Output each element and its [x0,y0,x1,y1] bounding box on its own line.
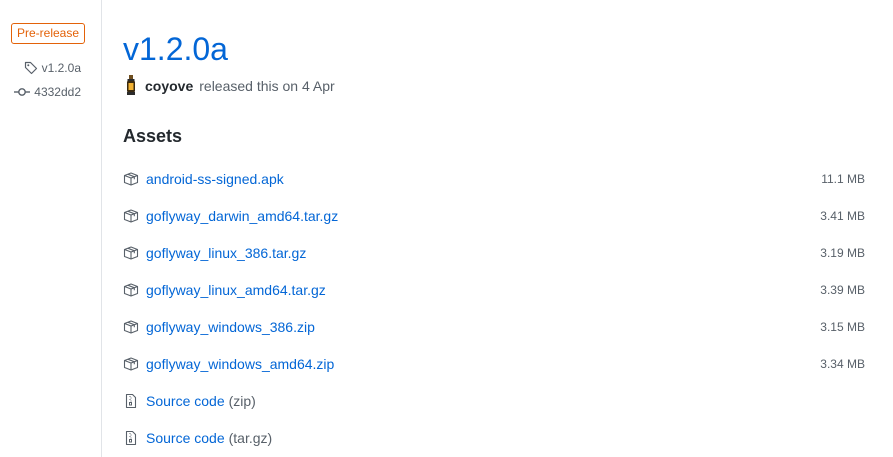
commit-link[interactable]: 4332dd2 [14,85,81,99]
asset-row: goflyway_darwin_amd64.tar.gz 3.41 MB [123,197,865,234]
release-sidebar: Pre-release v1.2.0a 4332dd2 [0,0,102,457]
source-row: Source code (zip) [123,382,865,419]
asset-download-link[interactable]: goflyway_windows_amd64.zip [146,356,334,372]
package-icon [123,282,139,298]
asset-row: goflyway_windows_amd64.zip 3.34 MB [123,345,865,382]
tag-link[interactable]: v1.2.0a [24,61,81,75]
source-format: (tar.gz) [228,429,273,446]
package-icon [123,208,139,224]
asset-row: goflyway_linux_amd64.tar.gz 3.39 MB [123,271,865,308]
asset-size: 3.39 MB [820,282,865,297]
asset-list: android-ss-signed.apk 11.1 MB goflyway_d… [123,160,865,456]
asset-download-link[interactable]: android-ss-signed.apk [146,171,284,187]
asset-size: 3.41 MB [820,208,865,223]
source-format: (zip) [228,392,256,409]
release-title[interactable]: v1.2.0a [123,30,228,68]
asset-size: 3.34 MB [820,356,865,371]
asset-download-link[interactable]: goflyway_linux_386.tar.gz [146,245,306,261]
asset-size: 11.1 MB [821,171,865,186]
avatar[interactable] [123,75,139,97]
tag-icon [24,61,38,75]
asset-download-link[interactable]: goflyway_windows_386.zip [146,319,315,335]
asset-row: goflyway_windows_386.zip 3.15 MB [123,308,865,345]
file-zip-icon [123,430,139,446]
asset-download-link[interactable]: goflyway_darwin_amd64.tar.gz [146,208,338,224]
asset-size: 3.15 MB [820,319,865,334]
commit-label: 4332dd2 [34,85,81,99]
release-date-text: released this on 4 Apr [199,78,335,94]
source-row: Source code (tar.gz) [123,419,865,456]
asset-row: android-ss-signed.apk 11.1 MB [123,160,865,197]
package-icon [123,356,139,372]
release-byline: coyove released this on 4 Apr [123,75,335,97]
package-icon [123,319,139,335]
source-code-zip-link[interactable]: Source code [146,393,225,409]
release-author[interactable]: coyove [145,78,193,94]
source-code-targz-link[interactable]: Source code [146,430,225,446]
tag-label: v1.2.0a [41,61,81,75]
asset-size: 3.19 MB [820,245,865,260]
asset-download-link[interactable]: goflyway_linux_amd64.tar.gz [146,282,326,298]
file-zip-icon [123,393,139,409]
assets-heading: Assets [123,126,183,146]
package-icon [123,171,139,187]
prerelease-badge: Pre-release [11,23,86,44]
asset-row: goflyway_linux_386.tar.gz 3.19 MB [123,234,865,271]
package-icon [123,245,139,261]
git-commit-icon [14,87,31,97]
